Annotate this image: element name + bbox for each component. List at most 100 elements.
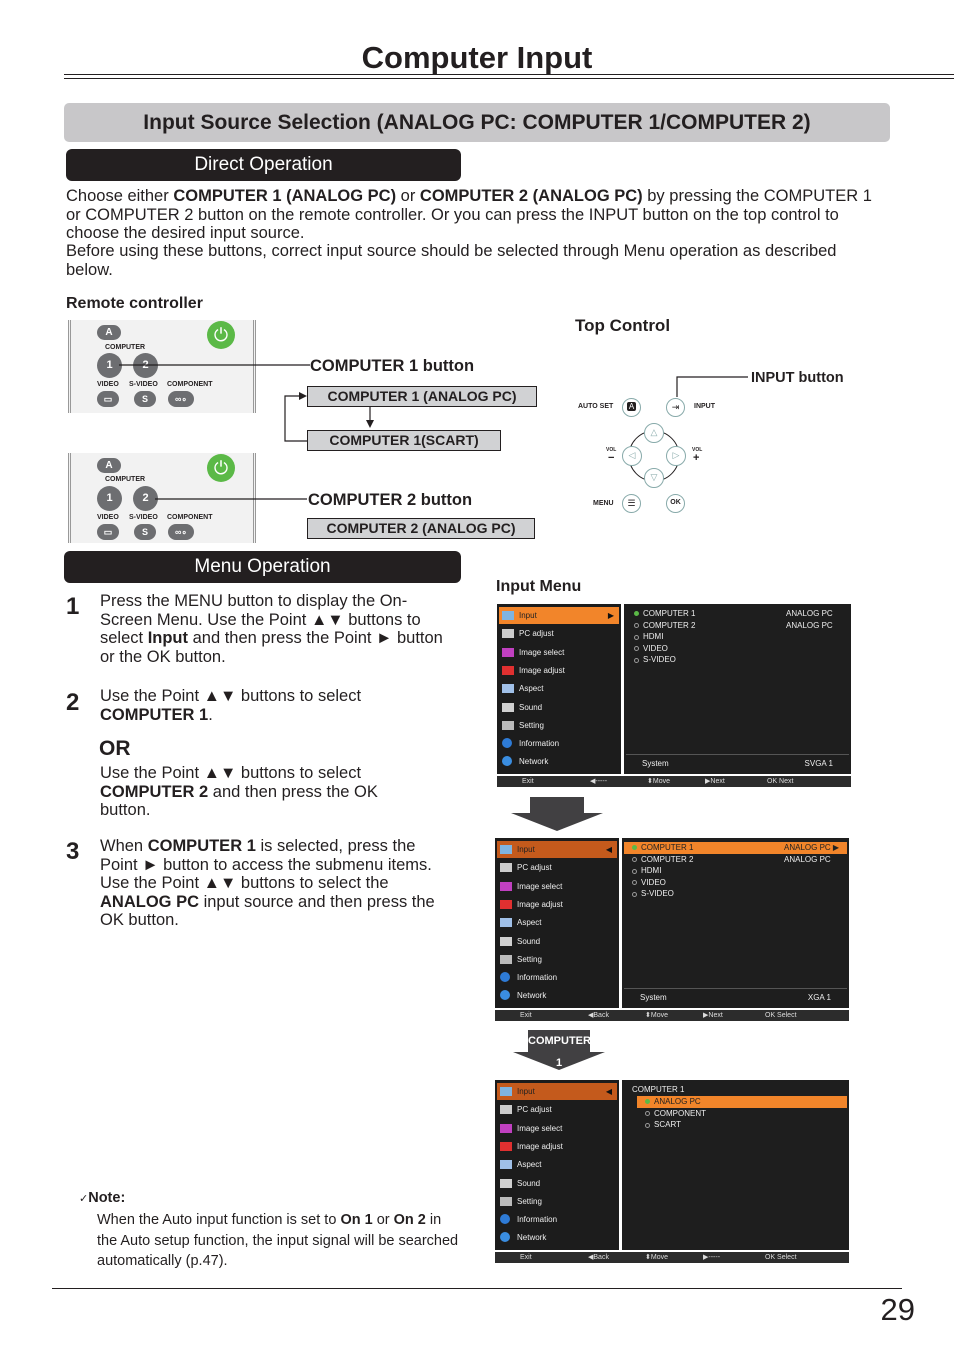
system-label: System bbox=[640, 993, 667, 1002]
osd-input-row[interactable]: COMPUTER 2 ANALOG PC bbox=[626, 620, 849, 632]
osd-menu-item-label: Image adjust bbox=[519, 665, 565, 675]
top-control-illustration: AUTO SET A ⇥ INPUT △ ▽ ◁ ▷ VOL − VOL + M… bbox=[570, 390, 750, 520]
osd-input-name: S-VIDEO bbox=[641, 889, 674, 899]
osd-menu-item-image-adjust[interactable]: Image adjust bbox=[497, 1138, 617, 1155]
osd-menu-item-aspect[interactable]: Aspect bbox=[497, 914, 617, 931]
osd-input-name: COMPUTER 2 bbox=[643, 620, 696, 630]
osd-menu-item-label: Network bbox=[519, 757, 549, 767]
osd-menu-item-image-select[interactable]: Image select bbox=[497, 1120, 617, 1137]
information-icon bbox=[502, 738, 512, 749]
osd-menu-item-setting[interactable]: Setting bbox=[497, 1193, 617, 1210]
osd-menu-item-image-select[interactable]: Image select bbox=[497, 878, 617, 895]
input-icon bbox=[502, 611, 514, 620]
osd-input-row[interactable]: HDMI bbox=[626, 631, 849, 643]
osd-footer-hint: Exit bbox=[520, 1012, 532, 1019]
osd-input-row[interactable]: VIDEO bbox=[626, 643, 849, 655]
osd-menu-item-input[interactable]: Input ▶ bbox=[499, 607, 619, 624]
step-2-text: Use the Point ▲▼ buttons to select COMPU… bbox=[100, 687, 450, 724]
note-text: When the Auto input function is set to O… bbox=[97, 1210, 459, 1272]
text-bold: Input bbox=[147, 629, 189, 647]
selected-dot-icon bbox=[634, 611, 639, 617]
radio-dot-icon bbox=[632, 891, 637, 897]
text-bold: On 2 bbox=[393, 1212, 426, 1228]
osd-footer-hint: ▶Next bbox=[703, 1012, 723, 1019]
image-select-icon bbox=[500, 881, 512, 891]
osd-input-row[interactable]: COMPUTER 2 ANALOG PC bbox=[624, 854, 847, 866]
callout-lines bbox=[119, 364, 748, 500]
osd-menu-item-aspect[interactable]: Aspect bbox=[497, 1156, 617, 1173]
osd-input-row[interactable]: SCART bbox=[637, 1119, 847, 1131]
osd-menu-item-sound[interactable]: Sound bbox=[497, 933, 617, 950]
radio-dot-icon bbox=[634, 646, 639, 652]
osd-menu-item-network[interactable]: Network bbox=[497, 987, 617, 1004]
osd-menu-item-image-adjust[interactable]: Image adjust bbox=[497, 896, 617, 913]
osd-menu-item-setting[interactable]: Setting bbox=[497, 951, 617, 968]
note-heading: ✓Note: bbox=[79, 1190, 125, 1206]
arrow-head bbox=[511, 813, 603, 831]
osd-submenu: COMPUTER 1 ANALOG PC COMPUTER 2 ANALOG PC HD… bbox=[624, 604, 851, 774]
osd-menu-item-information[interactable]: Information bbox=[497, 1211, 617, 1228]
osd-footer-hint: ▶Next bbox=[705, 778, 725, 785]
text-bold: ANALOG PC bbox=[100, 892, 199, 911]
osd-menu-item-label: Network bbox=[517, 1233, 547, 1243]
osd-footer: Exit ◀----- ⬍Move ▶Next OK Next bbox=[497, 776, 851, 787]
check-icon: ✓ bbox=[79, 1193, 89, 1205]
osd-input-row[interactable]: COMPONENT bbox=[637, 1108, 847, 1120]
osd-input-row[interactable]: HDMI bbox=[624, 865, 847, 877]
osd-menu-item-information[interactable]: Information bbox=[497, 969, 617, 986]
osd-menu-item-pc-adjust[interactable]: PC adjust bbox=[497, 1101, 617, 1118]
osd-input-row[interactable]: VIDEO bbox=[624, 877, 847, 889]
text-bold: On 1 bbox=[340, 1212, 373, 1228]
selected-dot-icon bbox=[645, 1099, 650, 1105]
text: Use the Point ▲▼ buttons to select bbox=[100, 687, 362, 705]
right-arrow-icon: ▷ bbox=[666, 446, 686, 466]
osd-menu-item-label: Setting bbox=[517, 1196, 542, 1206]
osd-menu-item-aspect[interactable]: Aspect bbox=[499, 680, 619, 697]
osd-menu-item-label: PC adjust bbox=[517, 863, 552, 873]
menu-label: MENU bbox=[593, 500, 614, 507]
information-icon bbox=[500, 1214, 510, 1225]
osd-menu-item-network[interactable]: Network bbox=[497, 1229, 617, 1246]
arrow-right-icon: ▶ bbox=[607, 611, 614, 620]
information-icon bbox=[500, 972, 510, 983]
osd-menu-item-sound[interactable]: Sound bbox=[499, 699, 619, 716]
input-menu-label: Input Menu bbox=[496, 578, 582, 595]
osd-menu-item-pc-adjust[interactable]: PC adjust bbox=[499, 625, 619, 642]
osd-input-name: COMPUTER 1 bbox=[641, 843, 694, 852]
sound-icon bbox=[502, 702, 514, 712]
osd-menu-item-pc-adjust[interactable]: PC adjust bbox=[497, 859, 617, 876]
osd-footer: Exit ◀Back ⬍Move ▶----- OK Select bbox=[495, 1252, 849, 1263]
osd-menu-item-input[interactable]: Input ◀ bbox=[497, 841, 617, 858]
osd-input-row[interactable]: ANALOG PC bbox=[637, 1096, 847, 1108]
osd-input-row[interactable]: COMPUTER 1 ANALOG PC bbox=[626, 608, 849, 620]
step-1-text: Press the MENU button to display the On-… bbox=[100, 592, 450, 666]
osd-menu-item-setting[interactable]: Setting bbox=[499, 717, 619, 734]
osd-input-row[interactable]: S-VIDEO bbox=[626, 654, 849, 666]
osd-menu-item-image-adjust[interactable]: Image adjust bbox=[499, 662, 619, 679]
setting-icon bbox=[500, 954, 512, 964]
osd-menu-item-information[interactable]: Information bbox=[499, 735, 619, 752]
arrow-left-icon: ◀ bbox=[605, 845, 612, 854]
osd-menu-item-sound[interactable]: Sound bbox=[497, 1175, 617, 1192]
or-label: OR bbox=[99, 737, 131, 760]
ok-button: OK bbox=[666, 494, 685, 513]
osd-input-row[interactable]: COMPUTER 1 ANALOG PC ▶ bbox=[624, 842, 847, 854]
osd-input-row[interactable]: S-VIDEO bbox=[624, 888, 847, 900]
osd-footer-hint: ◀Back bbox=[588, 1012, 609, 1019]
osd-main-menu: Input ▶ PC adjust Image select Image adjust A… bbox=[497, 604, 621, 774]
osd-input-name: COMPONENT bbox=[654, 1108, 706, 1118]
osd-footer-hint: ▶----- bbox=[703, 1254, 721, 1261]
arrow-left-icon: ◀ bbox=[605, 1087, 612, 1096]
osd-menu-item-input[interactable]: Input ◀ bbox=[497, 1083, 617, 1100]
computer-1-scart-box: COMPUTER 1(SCART) bbox=[307, 430, 501, 451]
osd-menu-item-image-select[interactable]: Image select bbox=[499, 644, 619, 661]
page-number: 29 bbox=[880, 1292, 915, 1327]
arrow-label: COMPUTER 1 bbox=[528, 1030, 591, 1069]
step-3-text: When COMPUTER 1 is selected, press the P… bbox=[100, 837, 450, 930]
aspect-icon bbox=[500, 918, 512, 928]
system-value: SVGA 1 bbox=[804, 759, 833, 768]
image-adjust-icon bbox=[500, 1141, 512, 1151]
input-icon: ⇥ bbox=[666, 398, 685, 417]
flow-arrow-2: COMPUTER 1 bbox=[513, 1030, 605, 1072]
osd-menu-item-network[interactable]: Network bbox=[499, 753, 619, 770]
